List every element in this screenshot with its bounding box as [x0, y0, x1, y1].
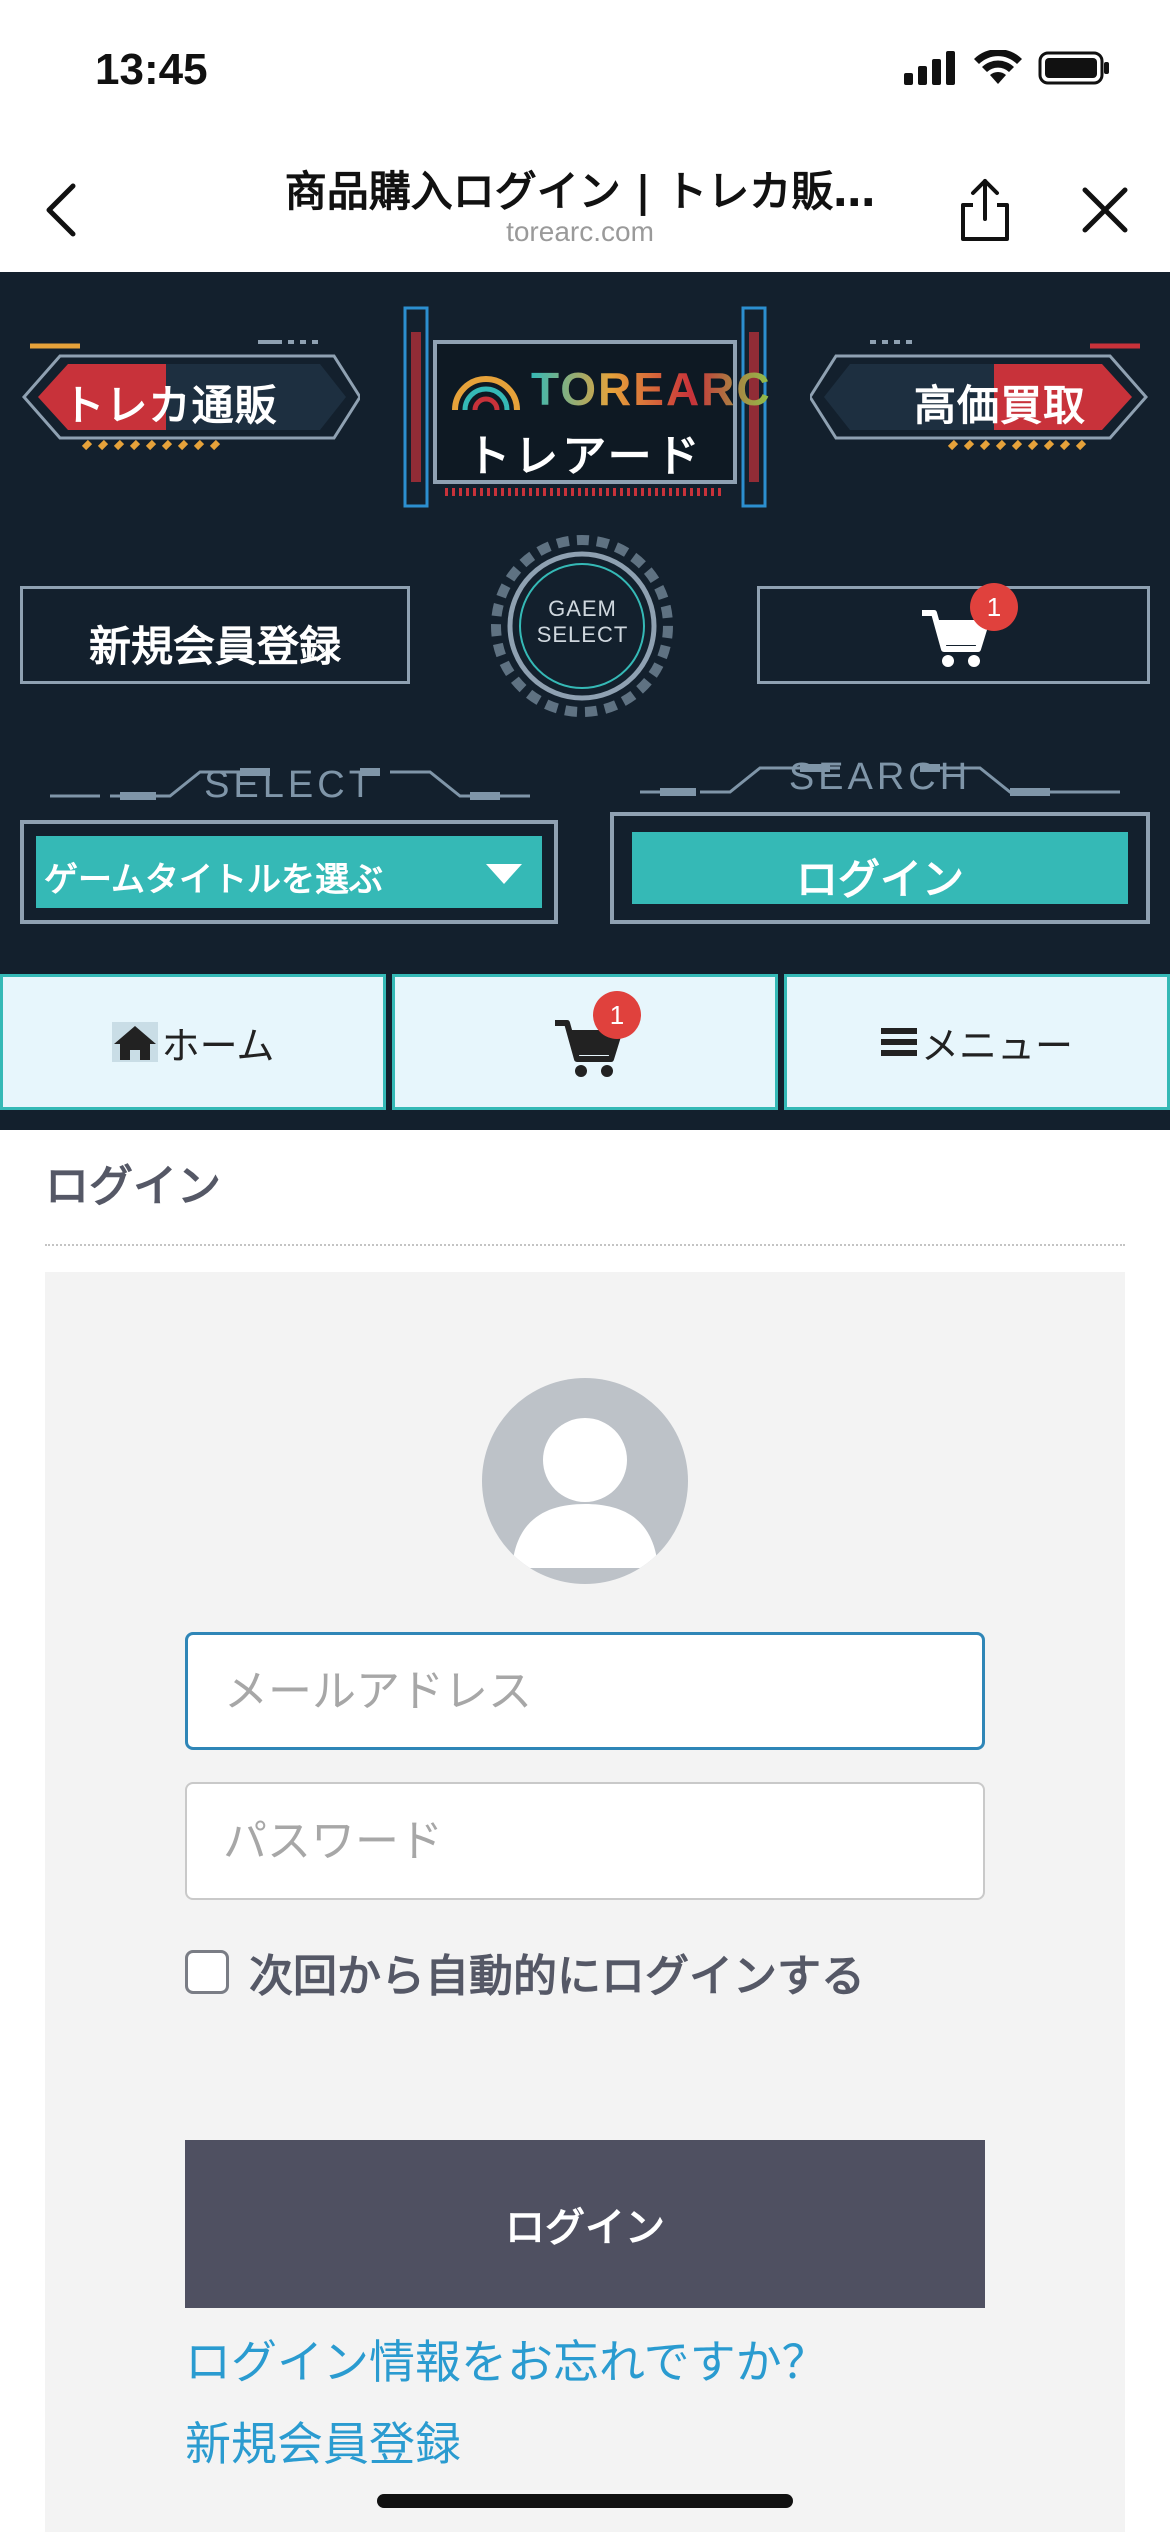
select-heading: SELECT — [50, 750, 530, 810]
register-button-label: 新規会員登録 — [88, 622, 341, 671]
header-login-button[interactable]: ログイン — [632, 832, 1128, 904]
search-heading-text: SEARCH — [788, 756, 972, 798]
status-bar: 13:45 — [0, 0, 1170, 140]
user-icon — [512, 1418, 658, 1568]
logo-katakana: トレアード — [466, 431, 704, 482]
password-field — [185, 1782, 985, 1900]
logo-arch-icon — [452, 376, 520, 411]
buyback-label: 高価買取 — [913, 381, 1086, 430]
game-select-text: GAEM SELECT — [490, 596, 675, 648]
header-login-box: ログイン — [610, 812, 1150, 924]
status-icons — [904, 50, 1110, 86]
register-button[interactable]: 新規会員登録 — [20, 586, 410, 684]
card-shop-label: トレカ通販 — [62, 381, 278, 430]
logo-wordmark-text: TOREARC — [531, 363, 772, 415]
tab-home[interactable]: ホーム — [0, 974, 386, 1110]
tab-cart[interactable]: 1 — [392, 974, 778, 1110]
search-heading: SEARCH — [640, 746, 1120, 806]
site-logo[interactable]: TOREARC トレアード — [395, 302, 775, 512]
nav-cart-badge: 1 — [593, 991, 641, 1039]
share-button[interactable] — [955, 175, 1015, 245]
gear-text-line1: GAEM — [548, 596, 617, 621]
site-header: トレカ通販 TOREARC トレアード 高価買取 新規会員登録 GAEM SEL… — [0, 272, 1170, 968]
wifi-icon — [974, 50, 1022, 84]
game-title-select[interactable]: ゲームタイトルを選ぶ — [20, 820, 558, 924]
header-cart-button[interactable]: 1 — [757, 583, 1150, 684]
game-select-gear[interactable]: GAEM SELECT — [490, 534, 675, 719]
card-shop-button[interactable]: トレカ通販 — [20, 332, 360, 452]
page-domain: torearc.com — [506, 216, 654, 247]
avatar-placeholder — [482, 1378, 688, 1584]
signal-icon — [904, 51, 955, 85]
close-icon — [1082, 187, 1128, 233]
home-indicator — [377, 2494, 793, 2508]
share-icon — [961, 179, 1009, 241]
select-heading-text: SELECT — [204, 764, 376, 806]
header-cart-badge: 1 — [970, 583, 1018, 631]
buyback-button[interactable]: 高価買取 — [810, 332, 1150, 452]
email-field — [185, 1632, 985, 1750]
forgot-password-link[interactable]: ログイン情報をお忘れですか？ — [185, 2326, 828, 2392]
game-title-select-value: ゲームタイトルを選ぶ — [44, 860, 383, 900]
email-input[interactable] — [188, 1635, 982, 1747]
close-button[interactable] — [1075, 180, 1135, 240]
header-login-label: ログイン — [795, 855, 964, 904]
status-time: 13:45 — [95, 45, 208, 94]
logo-wordmark: TOREARC — [451, 358, 770, 422]
browser-toolbar: 商品購入ログイン | トレカ販… torearc.com — [0, 140, 1170, 273]
password-input[interactable] — [187, 1784, 983, 1898]
nav-bar: ホーム 1 メニュー — [0, 968, 1170, 1130]
remember-me[interactable]: 次回から自動的にログインする — [185, 1940, 865, 2004]
section-divider — [45, 1244, 1125, 1246]
gear-text-line2: SELECT — [536, 622, 629, 647]
back-button[interactable] — [35, 180, 85, 240]
remember-checkbox[interactable] — [185, 1950, 229, 1994]
battery-icon — [1038, 51, 1109, 85]
remember-label: 次回から自動的にログインする — [249, 1951, 865, 2002]
home-icon — [111, 1022, 158, 1062]
tab-menu-label: メニュー — [920, 1023, 1073, 1068]
menu-icon — [880, 1028, 917, 1056]
tab-menu[interactable]: メニュー — [784, 974, 1170, 1110]
register-link[interactable]: 新規会員登録 — [185, 2408, 461, 2474]
caret-down-icon — [486, 864, 522, 884]
section-title: ログイン — [45, 1161, 221, 1212]
page-title: 商品購入ログイン | トレカ販… — [284, 167, 876, 216]
chevron-left-icon — [46, 183, 76, 237]
login-submit-button[interactable]: ログイン — [185, 2140, 985, 2308]
tab-home-label: ホーム — [161, 1023, 275, 1068]
game-title-select-inner: ゲームタイトルを選ぶ — [36, 836, 542, 908]
